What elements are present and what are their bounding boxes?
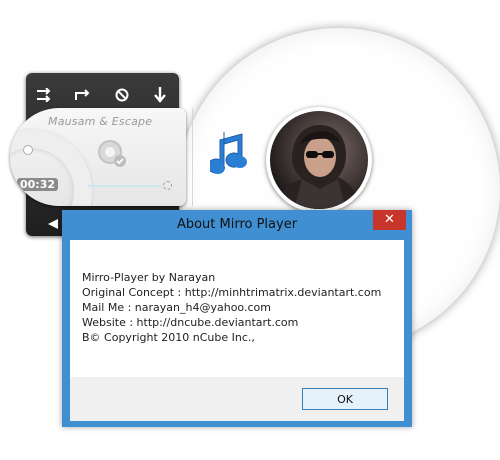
ok-button[interactable]: OK [302, 388, 388, 410]
divider [192, 108, 193, 206]
song-title: Mausam & Escape [48, 115, 153, 128]
elapsed-time: 00:32 [17, 178, 59, 191]
shuffle-icon[interactable] [33, 83, 57, 107]
close-button[interactable]: ✕ [373, 210, 406, 230]
about-line: Website : http://dncube.deviantart.com [82, 316, 299, 329]
music-note-icon [207, 128, 250, 184]
volume-handle[interactable] [163, 181, 172, 190]
player-face: Mausam & Escape 00:32 [10, 108, 186, 206]
stop-icon[interactable] [110, 83, 134, 107]
about-line: Mail Me : narayan_h4@yahoo.com [82, 301, 271, 314]
repeat-icon[interactable] [71, 83, 95, 107]
about-text: Mirro-Player by Narayan Original Concept… [82, 270, 381, 345]
avatar-photo [270, 111, 368, 209]
dialog-titlebar[interactable]: About Mirro Player ✕ [62, 210, 412, 240]
dialog-footer: OK [70, 377, 404, 421]
avatar [266, 107, 372, 213]
volume-slider[interactable] [88, 185, 162, 187]
about-line: B© Copyright 2010 nCube Inc., [82, 331, 255, 344]
dialog-title: About Mirro Player [176, 217, 298, 232]
about-line: Mirro-Player by Narayan [82, 271, 216, 284]
dialog-body: Mirro-Player by Narayan Original Concept… [70, 240, 404, 377]
settings-gear-icon[interactable] [96, 138, 128, 170]
seek-knob[interactable] [23, 145, 33, 155]
about-dialog: About Mirro Player ✕ Mirro-Player by Nar… [62, 210, 412, 427]
previous-icon[interactable] [48, 214, 58, 233]
about-line: Original Concept : http://minhtrimatrix.… [82, 286, 382, 299]
download-icon[interactable] [148, 83, 172, 107]
seek-ring[interactable] [10, 130, 92, 206]
